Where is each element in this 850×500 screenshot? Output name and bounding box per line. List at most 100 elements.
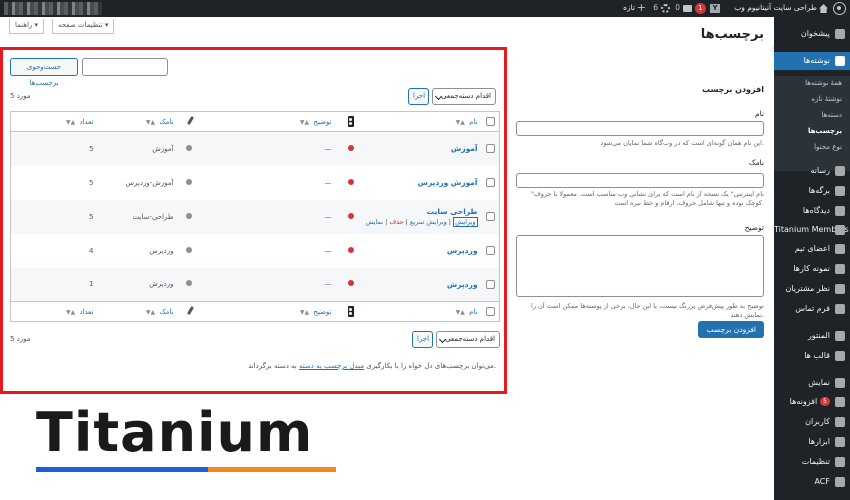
row-checkbox[interactable] (486, 212, 495, 221)
help-tab[interactable]: راهنما ▾ (9, 19, 45, 34)
home-icon[interactable] (819, 4, 828, 13)
tag-name-link[interactable]: آموزش (451, 144, 478, 153)
posts-submenu: همهٔ نوشته‌ها نوشتهٔ تازه دسته‌ها برچسب‌… (774, 76, 850, 171)
row-checkbox[interactable] (486, 144, 495, 154)
column-header-description[interactable]: توضیح ▲▼ (195, 111, 336, 132)
submenu-new-post[interactable]: نوشتهٔ تازه (811, 95, 842, 103)
column-header-name[interactable]: نام ▲▼ (357, 111, 482, 132)
sidebar-item-testimonials[interactable]: نظر مشتریان (774, 280, 850, 298)
tag-name-link[interactable]: آموزش وردپرس (418, 178, 478, 187)
bulk-action-select-top[interactable]: اقدام دسته‌جمعی (432, 88, 496, 105)
tag-slug: طراحی-سایت (132, 212, 174, 221)
row-checkbox[interactable] (486, 246, 495, 255)
slug-description: "نام اینترنتی" یک نسخه از نام است که برا… (530, 190, 764, 208)
tag-name-input[interactable] (516, 121, 764, 136)
pages-icon (835, 186, 845, 196)
column-footer-count[interactable]: تعداد ▲▼ (10, 301, 98, 322)
table-row: آموزش وردپرس — آموزش-وردپرس 5 (11, 166, 500, 200)
comment-count[interactable]: 0 (675, 3, 680, 12)
tag-count-link[interactable]: 5 (89, 145, 93, 153)
bulk-action-select-bottom[interactable]: اقدام دسته‌جمعی (436, 331, 500, 348)
plus-icon[interactable]: + (637, 1, 646, 14)
add-tag-heading: افزودن برچسب (701, 85, 764, 94)
notification-badge[interactable]: 1 (695, 3, 706, 14)
row-checkbox[interactable] (486, 178, 495, 187)
category-converter-link[interactable]: مبدل برچسب به دسته (299, 362, 364, 370)
submenu-categories[interactable]: دسته‌ها (821, 111, 842, 119)
yoast-icon[interactable]: Y (710, 4, 720, 13)
sidebar-item-dashboard[interactable]: پیشخوان (774, 25, 850, 43)
submenu-all-posts[interactable]: همهٔ نوشته‌ها (805, 79, 842, 87)
sidebar-item-tools[interactable]: ابزارها (774, 433, 850, 451)
submenu-content-type[interactable]: نوع محتوا (814, 143, 842, 151)
column-footer-description[interactable]: توضیح ▲▼ (195, 301, 336, 322)
tag-count-link[interactable]: 5 (89, 213, 93, 221)
sidebar-item-plugins[interactable]: افزونه‌ها 5 (774, 393, 850, 411)
sidebar-item-portfolio[interactable]: نمونه کارها (774, 260, 850, 278)
select-all-checkbox[interactable] (486, 117, 495, 126)
sidebar-item-users[interactable]: کاربران (774, 413, 850, 431)
sidebar-item-appearance[interactable]: نمایش (774, 374, 850, 392)
column-footer-slug[interactable]: نامک ▲▼ (97, 301, 178, 322)
row-edit-link[interactable]: ویرایش (453, 217, 478, 227)
tag-description-textarea[interactable] (516, 235, 764, 297)
team-icon (835, 244, 845, 254)
sidebar-item-pages[interactable]: برگه‌ها (774, 182, 850, 200)
tag-name-link[interactable]: ورد‌پرش (447, 280, 478, 289)
apply-button-bottom[interactable]: اجرا (412, 331, 433, 348)
search-tags-input[interactable] (82, 58, 168, 76)
tag-slug-input[interactable] (516, 173, 764, 188)
row-delete-link[interactable]: حذف (389, 218, 403, 226)
tag-description: — (324, 280, 332, 289)
sidebar-item-media[interactable]: رسانه (774, 162, 850, 180)
readability-dot (185, 144, 192, 151)
sidebar-item-contact-form[interactable]: فرم تماس (774, 300, 850, 318)
sidebar-item-comments[interactable]: دیدگاه‌ها (774, 202, 850, 220)
updates-icon[interactable] (661, 4, 670, 13)
wordpress-logo-icon[interactable] (833, 2, 846, 15)
sort-icon: ▲▼ (299, 118, 310, 126)
add-tag-button[interactable]: افزودن برچسب (698, 321, 764, 338)
sidebar-item-team[interactable]: اعضای تیم (774, 240, 850, 258)
column-footer-name[interactable]: نام ▲▼ (357, 301, 482, 322)
sidebar-item-settings[interactable]: تنظیمات (774, 453, 850, 471)
media-icon (835, 166, 845, 176)
sidebar-item-elementor[interactable]: المنتور (774, 327, 850, 345)
acf-icon (835, 477, 845, 487)
site-name-link[interactable]: طراحی سایت آتیتانیوم وب (734, 3, 817, 12)
tag-description: — (324, 212, 332, 221)
row-quick-edit-link[interactable]: ویرایش سریع (410, 218, 447, 226)
tag-count-link[interactable]: 1 (89, 280, 93, 288)
updates-count[interactable]: 6 (653, 3, 658, 12)
users-icon (835, 417, 845, 427)
table-row: طراحی سایت ویرایش | ویرایش سریع | حذف | … (10, 199, 500, 234)
feather-icon (186, 115, 194, 126)
new-content-link[interactable]: تازه (623, 3, 635, 12)
tag-slug: آموزش (152, 144, 174, 153)
comment-icon[interactable] (683, 5, 692, 12)
column-header-slug[interactable]: نامک ▲▼ (97, 111, 178, 132)
sidebar-item-templates[interactable]: قالب ها (774, 347, 850, 365)
tools-icon (835, 437, 845, 447)
tag-count-link[interactable]: 5 (89, 179, 93, 187)
apply-button-top[interactable]: اجرا (408, 88, 429, 105)
column-header-count[interactable]: تعداد ▲▼ (10, 111, 98, 132)
tag-name-link[interactable]: وردپرس (447, 246, 478, 255)
select-all-checkbox-bottom[interactable] (486, 307, 495, 316)
sidebar-item-titanium-members[interactable]: Titanium Members (774, 221, 850, 239)
sort-icon: ▲▼ (65, 118, 76, 126)
user-avatar-blurred[interactable] (4, 2, 102, 15)
tag-name-link[interactable]: طراحی سایت (362, 207, 478, 216)
template-icon (835, 351, 845, 361)
sidebar-item-acf[interactable]: ACF (774, 473, 850, 491)
search-tags-button[interactable]: جست‌وجوی برچسب‌ها (10, 58, 78, 87)
tag-count-link[interactable]: 4 (89, 247, 93, 255)
sidebar-item-posts[interactable]: نوشته‌ها (774, 52, 850, 70)
submenu-tags[interactable]: برچسب‌ها (808, 127, 842, 135)
row-view-link[interactable]: نمایش (365, 218, 383, 226)
screen-options-tab[interactable]: تنظیمات صفحه ▾ (52, 19, 115, 34)
slug-label: نامک (748, 158, 764, 167)
add-tag-form: افزودن برچسب نام این نام همان گونه‌ای اس… (516, 85, 764, 345)
row-checkbox[interactable] (486, 279, 495, 289)
sort-icon: ▲▼ (299, 308, 310, 316)
